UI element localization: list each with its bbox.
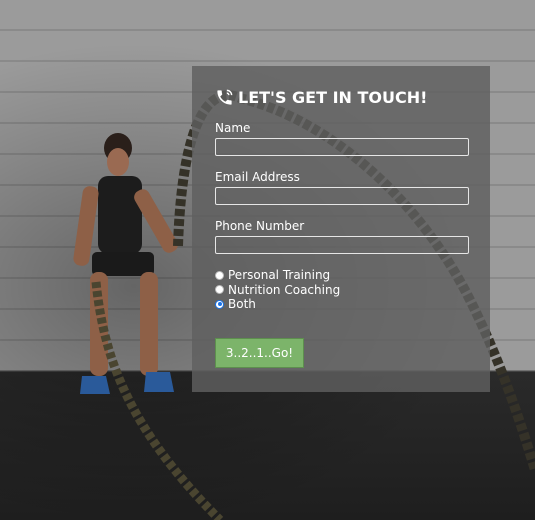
phone-label: Phone Number: [215, 219, 305, 233]
form-title: LET'S GET IN TOUCH!: [215, 88, 468, 107]
contact-form-panel: LET'S GET IN TOUCH! Name Email Address P…: [192, 66, 490, 392]
radio-option-both[interactable]: Both: [215, 297, 468, 312]
radio-nutrition-coaching[interactable]: [215, 285, 224, 295]
radio-personal-training[interactable]: [215, 270, 224, 280]
radio-label-personal-training: Personal Training: [228, 268, 331, 283]
service-radio-group: Personal Training Nutrition Coaching Bot…: [215, 268, 468, 312]
radio-label-nutrition-coaching: Nutrition Coaching: [228, 282, 341, 297]
phone-icon: [215, 88, 234, 107]
email-field[interactable]: [215, 187, 469, 205]
name-field[interactable]: [215, 138, 469, 156]
form-title-text: LET'S GET IN TOUCH!: [238, 88, 428, 107]
radio-both[interactable]: [215, 299, 224, 309]
phone-field[interactable]: [215, 236, 469, 254]
radio-label-both: Both: [228, 297, 256, 312]
radio-option-personal-training[interactable]: Personal Training: [215, 268, 468, 283]
name-label: Name: [215, 121, 251, 135]
radio-option-nutrition-coaching[interactable]: Nutrition Coaching: [215, 283, 468, 298]
submit-button[interactable]: 3..2..1..Go!: [215, 338, 304, 368]
email-label: Email Address: [215, 170, 300, 184]
